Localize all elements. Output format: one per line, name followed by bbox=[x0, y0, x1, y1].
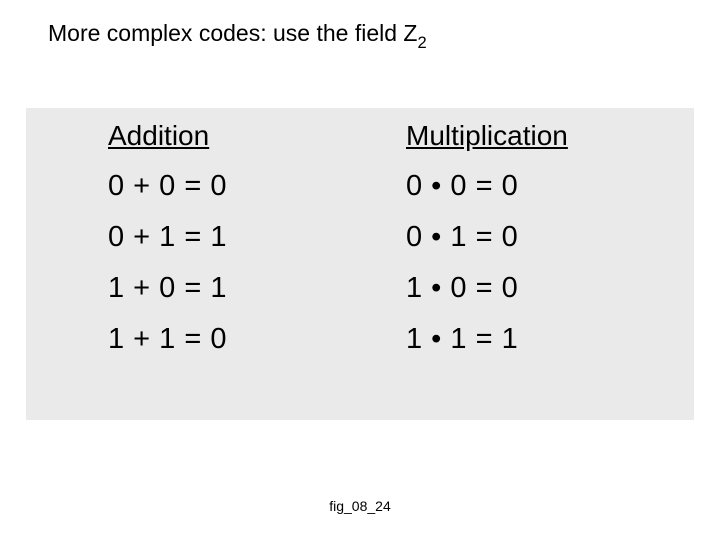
multiplication-row: 1 • 0 = 0 bbox=[406, 272, 568, 305]
addition-row: 1 + 0 = 1 bbox=[108, 272, 227, 305]
multiplication-rows: 0 • 0 = 0 0 • 1 = 0 1 • 0 = 0 1 • 1 = 1 bbox=[406, 170, 568, 356]
multiplication-heading: Multiplication bbox=[406, 120, 568, 152]
addition-row: 0 + 1 = 1 bbox=[108, 221, 227, 254]
addition-rows: 0 + 0 = 0 0 + 1 = 1 1 + 0 = 1 1 + 1 = 0 bbox=[108, 170, 227, 356]
slide-title: More complex codes: use the field Z2 bbox=[48, 20, 427, 52]
addition-column: Addition 0 + 0 = 0 0 + 1 = 1 1 + 0 = 1 1… bbox=[108, 120, 227, 356]
multiplication-row: 0 • 0 = 0 bbox=[406, 170, 568, 203]
multiplication-row: 1 • 1 = 1 bbox=[406, 323, 568, 356]
multiplication-column: Multiplication 0 • 0 = 0 0 • 1 = 0 1 • 0… bbox=[406, 120, 568, 356]
addition-heading: Addition bbox=[108, 120, 227, 152]
title-text: More complex codes: use the field Z bbox=[48, 20, 417, 46]
figure-caption: fig_08_24 bbox=[0, 498, 720, 514]
title-subscript: 2 bbox=[417, 33, 426, 52]
addition-row: 1 + 1 = 0 bbox=[108, 323, 227, 356]
addition-row: 0 + 0 = 0 bbox=[108, 170, 227, 203]
slide: More complex codes: use the field Z2 Add… bbox=[0, 0, 720, 540]
multiplication-row: 0 • 1 = 0 bbox=[406, 221, 568, 254]
figure-panel: Addition 0 + 0 = 0 0 + 1 = 1 1 + 0 = 1 1… bbox=[26, 108, 694, 420]
